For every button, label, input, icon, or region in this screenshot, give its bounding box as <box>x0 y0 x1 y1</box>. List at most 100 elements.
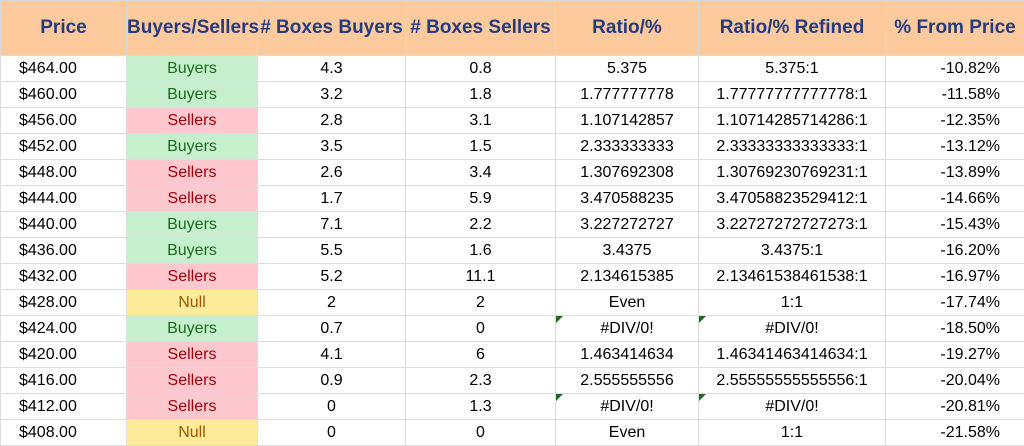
boxes-buyers-cell[interactable]: 0.9 <box>258 368 406 394</box>
from-price-cell[interactable]: -15.43% <box>886 212 1024 238</box>
ratio-cell[interactable]: #DIV/0! <box>556 394 699 420</box>
from-price-cell[interactable]: -21.58% <box>886 420 1024 446</box>
buyers-sellers-cell[interactable]: Buyers <box>127 134 258 160</box>
boxes-sellers-cell[interactable]: 2 <box>406 290 556 316</box>
price-cell[interactable]: $436.00 <box>1 238 127 264</box>
ratio-cell[interactable]: 2.555555556 <box>556 368 699 394</box>
ratio-refined-cell[interactable]: 1.30769230769231:1 <box>699 160 886 186</box>
from-price-cell[interactable]: -20.81% <box>886 394 1024 420</box>
buyers-sellers-cell[interactable]: Sellers <box>127 108 258 134</box>
from-price-cell[interactable]: -12.35% <box>886 108 1024 134</box>
ratio-refined-cell[interactable]: #DIV/0! <box>699 394 886 420</box>
boxes-buyers-cell[interactable]: 5.5 <box>258 238 406 264</box>
ratio-refined-cell[interactable]: 1:1 <box>699 420 886 446</box>
from-price-cell[interactable]: -20.04% <box>886 368 1024 394</box>
ratio-cell[interactable]: #DIV/0! <box>556 316 699 342</box>
boxes-buyers-cell[interactable]: 4.3 <box>258 56 406 82</box>
price-cell[interactable]: $408.00 <box>1 420 127 446</box>
boxes-buyers-cell[interactable]: 1.7 <box>258 186 406 212</box>
header-ratio[interactable]: Ratio/% <box>556 1 699 56</box>
boxes-buyers-cell[interactable]: 2.6 <box>258 160 406 186</box>
boxes-buyers-cell[interactable]: 2 <box>258 290 406 316</box>
buyers-sellers-cell[interactable]: Null <box>127 420 258 446</box>
boxes-sellers-cell[interactable]: 0.8 <box>406 56 556 82</box>
ratio-cell[interactable]: 3.470588235 <box>556 186 699 212</box>
ratio-refined-cell[interactable]: 5.375:1 <box>699 56 886 82</box>
boxes-buyers-cell[interactable]: 5.2 <box>258 264 406 290</box>
header-ratio-refined[interactable]: Ratio/% Refined <box>699 1 886 56</box>
ratio-refined-cell[interactable]: #DIV/0! <box>699 316 886 342</box>
from-price-cell[interactable]: -13.89% <box>886 160 1024 186</box>
buyers-sellers-cell[interactable]: Buyers <box>127 82 258 108</box>
buyers-sellers-cell[interactable]: Sellers <box>127 186 258 212</box>
boxes-buyers-cell[interactable]: 0.7 <box>258 316 406 342</box>
boxes-sellers-cell[interactable]: 3.4 <box>406 160 556 186</box>
ratio-cell[interactable]: 2.333333333 <box>556 134 699 160</box>
boxes-sellers-cell[interactable]: 0 <box>406 420 556 446</box>
boxes-sellers-cell[interactable]: 1.3 <box>406 394 556 420</box>
ratio-cell[interactable]: 1.777777778 <box>556 82 699 108</box>
boxes-sellers-cell[interactable]: 2.2 <box>406 212 556 238</box>
ratio-cell[interactable]: 1.463414634 <box>556 342 699 368</box>
ratio-cell[interactable]: 3.227272727 <box>556 212 699 238</box>
boxes-sellers-cell[interactable]: 5.9 <box>406 186 556 212</box>
ratio-refined-cell[interactable]: 1:1 <box>699 290 886 316</box>
boxes-buyers-cell[interactable]: 3.5 <box>258 134 406 160</box>
price-cell[interactable]: $416.00 <box>1 368 127 394</box>
boxes-sellers-cell[interactable]: 3.1 <box>406 108 556 134</box>
boxes-buyers-cell[interactable]: 2.8 <box>258 108 406 134</box>
price-cell[interactable]: $412.00 <box>1 394 127 420</box>
buyers-sellers-cell[interactable]: Buyers <box>127 238 258 264</box>
ratio-refined-cell[interactable]: 2.55555555555556:1 <box>699 368 886 394</box>
price-cell[interactable]: $420.00 <box>1 342 127 368</box>
price-cell[interactable]: $464.00 <box>1 56 127 82</box>
from-price-cell[interactable]: -11.58% <box>886 82 1024 108</box>
header-boxes-sellers[interactable]: # Boxes Sellers <box>406 1 556 56</box>
header-from-price[interactable]: % From Price <box>886 1 1024 56</box>
ratio-cell[interactable]: 2.134615385 <box>556 264 699 290</box>
ratio-cell[interactable]: 3.4375 <box>556 238 699 264</box>
from-price-cell[interactable]: -16.97% <box>886 264 1024 290</box>
ratio-refined-cell[interactable]: 1.77777777777778:1 <box>699 82 886 108</box>
buyers-sellers-cell[interactable]: Null <box>127 290 258 316</box>
from-price-cell[interactable]: -19.27% <box>886 342 1024 368</box>
price-cell[interactable]: $452.00 <box>1 134 127 160</box>
header-price[interactable]: Price <box>1 1 127 56</box>
boxes-buyers-cell[interactable]: 0 <box>258 394 406 420</box>
ratio-refined-cell[interactable]: 1.10714285714286:1 <box>699 108 886 134</box>
from-price-cell[interactable]: -10.82% <box>886 56 1024 82</box>
price-cell[interactable]: $460.00 <box>1 82 127 108</box>
from-price-cell[interactable]: -16.20% <box>886 238 1024 264</box>
buyers-sellers-cell[interactable]: Sellers <box>127 160 258 186</box>
price-cell[interactable]: $428.00 <box>1 290 127 316</box>
boxes-buyers-cell[interactable]: 4.1 <box>258 342 406 368</box>
boxes-sellers-cell[interactable]: 1.5 <box>406 134 556 160</box>
from-price-cell[interactable]: -13.12% <box>886 134 1024 160</box>
price-cell[interactable]: $424.00 <box>1 316 127 342</box>
buyers-sellers-cell[interactable]: Sellers <box>127 264 258 290</box>
ratio-refined-cell[interactable]: 1.46341463414634:1 <box>699 342 886 368</box>
buyers-sellers-cell[interactable]: Buyers <box>127 212 258 238</box>
ratio-refined-cell[interactable]: 3.22727272727273:1 <box>699 212 886 238</box>
ratio-cell[interactable]: 1.107142857 <box>556 108 699 134</box>
ratio-cell[interactable]: 1.307692308 <box>556 160 699 186</box>
boxes-buyers-cell[interactable]: 0 <box>258 420 406 446</box>
boxes-sellers-cell[interactable]: 2.3 <box>406 368 556 394</box>
buyers-sellers-cell[interactable]: Sellers <box>127 368 258 394</box>
price-cell[interactable]: $456.00 <box>1 108 127 134</box>
header-boxes-buyers[interactable]: # Boxes Buyers <box>258 1 406 56</box>
boxes-sellers-cell[interactable]: 6 <box>406 342 556 368</box>
buyers-sellers-cell[interactable]: Sellers <box>127 342 258 368</box>
boxes-sellers-cell[interactable]: 11.1 <box>406 264 556 290</box>
buyers-sellers-cell[interactable]: Buyers <box>127 56 258 82</box>
boxes-sellers-cell[interactable]: 1.6 <box>406 238 556 264</box>
boxes-buyers-cell[interactable]: 3.2 <box>258 82 406 108</box>
from-price-cell[interactable]: -18.50% <box>886 316 1024 342</box>
ratio-refined-cell[interactable]: 2.13461538461538:1 <box>699 264 886 290</box>
price-cell[interactable]: $444.00 <box>1 186 127 212</box>
buyers-sellers-cell[interactable]: Sellers <box>127 394 258 420</box>
from-price-cell[interactable]: -14.66% <box>886 186 1024 212</box>
price-cell[interactable]: $448.00 <box>1 160 127 186</box>
ratio-refined-cell[interactable]: 2.33333333333333:1 <box>699 134 886 160</box>
buyers-sellers-cell[interactable]: Buyers <box>127 316 258 342</box>
